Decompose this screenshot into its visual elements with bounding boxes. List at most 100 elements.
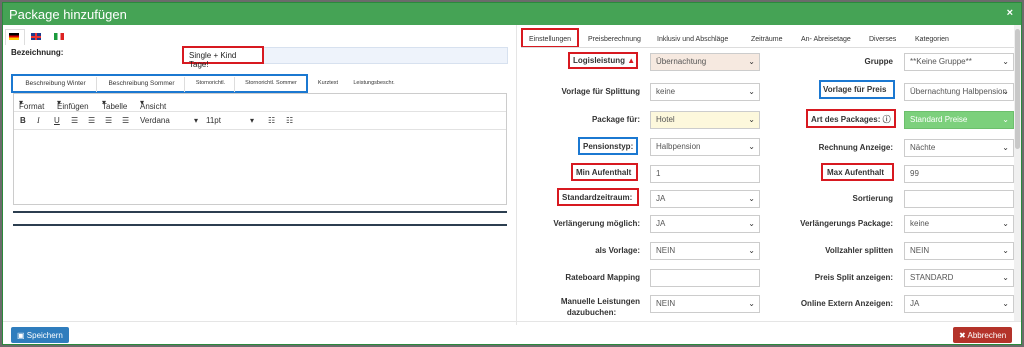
- chevron-down-icon: ⌄: [1002, 299, 1009, 308]
- modal-header: Package hinzufügen ×: [3, 3, 1021, 25]
- chevron-down-icon: ⌄: [1002, 87, 1009, 96]
- chevron-down-icon: ⌄: [748, 194, 755, 203]
- modal-title: Package hinzufügen: [9, 7, 127, 22]
- menu-einfuegen[interactable]: Einfügen ▾: [57, 98, 89, 111]
- chevron-down-icon: ⌄: [1002, 219, 1009, 228]
- bullet-list-icon[interactable]: ☷: [268, 116, 275, 125]
- vorlage-preis-select[interactable]: Übernachtung Halbpension ⌄: [904, 83, 1014, 101]
- italian-flag-icon[interactable]: [54, 33, 64, 40]
- tab-beschreibung-winter[interactable]: Beschreibung Winter: [15, 77, 97, 92]
- save-button[interactable]: ▣ Speichern: [11, 327, 69, 343]
- tab-einstellungen[interactable]: Einstellungen: [529, 36, 571, 43]
- tab-stornorichtl-sommer[interactable]: Stornorichtl. Sommer: [237, 77, 305, 92]
- chevron-down-icon: ⌄: [1002, 273, 1009, 282]
- rich-text-editor[interactable]: Format ▾ Einfügen ▾ Tabelle ▾ Ansicht ▾ …: [13, 93, 507, 205]
- italic-icon[interactable]: I: [37, 116, 40, 125]
- tab-underline: [521, 47, 1015, 48]
- chevron-down-icon: ⌄: [748, 87, 755, 96]
- rateboard-input[interactable]: [650, 269, 760, 287]
- max-aufenthalt-input[interactable]: 99: [904, 165, 1014, 183]
- warning-icon: ▲: [627, 56, 636, 65]
- footer-divider: [3, 321, 1021, 322]
- align-justify-icon[interactable]: ☰: [122, 116, 129, 125]
- scrollbar[interactable]: [1014, 25, 1021, 321]
- dazubuchen-label: dazubuchen:: [566, 308, 617, 317]
- preis-split-select[interactable]: STANDARD ⌄: [904, 269, 1014, 287]
- manuelle-leistungen-select[interactable]: NEIN ⌄: [650, 295, 760, 313]
- sortierung-input[interactable]: [904, 190, 1014, 208]
- tab-an-abreisetage[interactable]: An- Abreisetage: [801, 36, 851, 43]
- manuelle-leistungen-label: Manuelle Leistungen: [560, 297, 640, 306]
- verlaengerungs-package-select[interactable]: keine ⌄: [904, 215, 1014, 233]
- tab-preisberechnung[interactable]: Preisberechnung: [588, 36, 641, 43]
- sortierung-label: Sortierung: [852, 194, 893, 203]
- close-icon: ✖: [959, 331, 966, 340]
- tab-zeitraeume[interactable]: Zeiträume: [751, 36, 783, 43]
- verlaengerungs-package-label: Verlängerungs Package:: [800, 219, 893, 228]
- standardzeitraum-select[interactable]: JA ⌄: [650, 190, 760, 208]
- chevron-down-icon: ⌄: [748, 246, 755, 255]
- vorlage-splittung-label: Vorlage für Splittung: [561, 87, 640, 96]
- menu-format[interactable]: Format ▾: [19, 98, 44, 111]
- rechnung-anzeige-label: Rechnung Anzeige:: [818, 143, 893, 152]
- tab-beschreibung-sommer[interactable]: Beschreibung Sommer: [99, 77, 185, 92]
- online-extern-select[interactable]: JA ⌄: [904, 295, 1014, 313]
- align-center-icon[interactable]: ☰: [88, 116, 95, 125]
- package-fuer-select[interactable]: Hotel ⌄: [650, 111, 760, 129]
- bold-icon[interactable]: B: [20, 116, 26, 125]
- align-left-icon[interactable]: ☰: [71, 116, 78, 125]
- vorlage-splittung-select[interactable]: keine ⌄: [650, 83, 760, 101]
- align-right-icon[interactable]: ☰: [105, 116, 112, 125]
- german-flag-icon[interactable]: [9, 33, 19, 40]
- vollzahler-select[interactable]: NEIN ⌄: [904, 242, 1014, 260]
- tab-diverses[interactable]: Diverses: [869, 36, 896, 43]
- chevron-down-icon: ⌄: [748, 219, 755, 228]
- tab-leistungsbeschr[interactable]: Leistungsbeschr.: [347, 77, 401, 92]
- scrollbar-thumb[interactable]: [1015, 29, 1020, 149]
- vorlage-preis-label: Vorlage für Preis: [823, 85, 887, 94]
- underline-icon[interactable]: U: [54, 116, 60, 125]
- rechnung-anzeige-select[interactable]: Nächte ⌄: [904, 139, 1014, 157]
- verlaengerung-select[interactable]: JA ⌄: [650, 215, 760, 233]
- save-icon: ▣: [17, 331, 25, 340]
- tab-stornorichtl[interactable]: Stornorichtl.: [187, 77, 235, 92]
- min-aufenthalt-input[interactable]: 1: [650, 165, 760, 183]
- chevron-down-icon: ⌄: [1002, 246, 1009, 255]
- rateboard-label: Rateboard Mapping: [565, 273, 640, 282]
- chevron-down-icon: ▾: [194, 116, 199, 125]
- vollzahler-label: Vollzahler splitten: [825, 246, 893, 255]
- english-flag-icon[interactable]: [31, 33, 41, 40]
- package-modal: Package hinzufügen × Bezeichnung: Single…: [2, 2, 1022, 345]
- preis-split-label: Preis Split anzeigen:: [814, 273, 893, 282]
- cancel-button[interactable]: ✖ Abbrechen: [953, 327, 1013, 343]
- tab-kategorien[interactable]: Kategorien: [915, 36, 949, 43]
- chevron-down-icon: ⌄: [748, 299, 755, 308]
- numbered-list-icon[interactable]: ☷: [286, 116, 293, 125]
- logisleistung-select[interactable]: Übernachtung ⌄: [650, 53, 760, 71]
- menu-tabelle[interactable]: Tabelle ▾: [102, 98, 127, 111]
- close-icon[interactable]: ×: [1007, 7, 1013, 19]
- info-icon[interactable]: ⓘ: [883, 115, 891, 124]
- min-aufenthalt-label: Min Aufenthalt: [576, 168, 632, 177]
- editor-menubar: Format ▾ Einfügen ▾ Tabelle ▾ Ansicht ▾: [14, 94, 506, 112]
- chevron-down-icon: ⌄: [1002, 57, 1009, 66]
- font-family-select[interactable]: Verdana: [140, 116, 170, 125]
- art-packages-label: Art des Packages: ⓘ: [811, 115, 891, 124]
- editor-toolbar: B I U ☰ ☰ ☰ ☰ Verdana ▾ 11pt ▾ ☷ ☷: [14, 112, 506, 130]
- tab-kurztext[interactable]: Kurztext: [313, 77, 343, 92]
- bezeichnung-value[interactable]: Single + Kind Tage!: [182, 46, 264, 69]
- logisleistung-label: Logisleistung ▲: [573, 56, 636, 65]
- art-packages-select[interactable]: Standard Preise ⌄: [904, 111, 1014, 129]
- menu-ansicht[interactable]: Ansicht ▾: [140, 98, 166, 111]
- bezeichnung-label: Bezeichnung:: [11, 48, 64, 57]
- divider-line: [13, 224, 507, 226]
- tab-inklusiv[interactable]: Inklusiv und Abschläge: [657, 36, 728, 43]
- font-size-select[interactable]: 11pt: [206, 116, 221, 125]
- gruppe-select[interactable]: **Keine Gruppe** ⌄: [904, 53, 1014, 71]
- gruppe-label: Gruppe: [864, 57, 893, 66]
- chevron-down-icon: ⌄: [748, 57, 755, 66]
- als-vorlage-label: als Vorlage:: [595, 246, 640, 255]
- pensionstyp-select[interactable]: Halbpension ⌄: [650, 138, 760, 156]
- als-vorlage-select[interactable]: NEIN ⌄: [650, 242, 760, 260]
- divider-line: [13, 211, 507, 213]
